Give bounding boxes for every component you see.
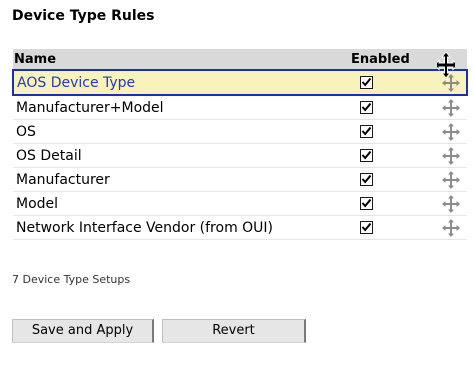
enabled-cell bbox=[349, 191, 435, 216]
rule-name-cell: Network Interface Vendor (from OUI) bbox=[13, 215, 349, 240]
check-icon bbox=[361, 77, 372, 87]
page-title: Device Type Rules bbox=[12, 8, 155, 24]
move-cell bbox=[435, 215, 467, 240]
enabled-checkbox[interactable] bbox=[360, 101, 373, 114]
move-arrows-icon[interactable] bbox=[442, 194, 460, 213]
enabled-checkbox[interactable] bbox=[360, 76, 373, 89]
table-row[interactable]: OS Detail bbox=[13, 143, 467, 168]
enabled-checkbox[interactable] bbox=[360, 221, 373, 234]
check-icon bbox=[361, 174, 372, 184]
check-icon bbox=[361, 150, 372, 160]
move-cell bbox=[435, 119, 467, 144]
rules-table: Name Enabled AOS Device Type Manufacturer… bbox=[12, 49, 468, 240]
name-column-header[interactable]: Name bbox=[13, 49, 349, 71]
table-row[interactable]: Manufacturer bbox=[13, 167, 467, 192]
enabled-checkbox[interactable] bbox=[360, 149, 373, 162]
enabled-cell bbox=[349, 167, 435, 192]
move-arrows-icon[interactable] bbox=[442, 218, 460, 237]
rule-name-cell: OS Detail bbox=[13, 143, 349, 168]
table-row[interactable]: OS bbox=[13, 119, 467, 144]
move-cell bbox=[435, 191, 467, 216]
table-row[interactable]: Manufacturer+Model bbox=[13, 95, 467, 120]
enabled-cell bbox=[349, 69, 435, 96]
move-cell bbox=[435, 95, 467, 120]
check-icon bbox=[361, 222, 372, 232]
table-row[interactable]: Model bbox=[13, 191, 467, 216]
enabled-column-header[interactable]: Enabled bbox=[349, 49, 435, 71]
rule-name-cell: OS bbox=[13, 119, 349, 144]
move-arrows-icon[interactable] bbox=[442, 170, 460, 189]
move-cell bbox=[435, 143, 467, 168]
enabled-cell bbox=[349, 143, 435, 168]
rule-name-cell: AOS Device Type bbox=[12, 69, 349, 96]
enabled-cell bbox=[349, 119, 435, 144]
table-row[interactable]: Network Interface Vendor (from OUI) bbox=[13, 215, 467, 240]
move-arrows-icon[interactable] bbox=[442, 98, 460, 117]
table-row[interactable]: AOS Device Type bbox=[12, 69, 468, 96]
check-icon bbox=[361, 126, 372, 136]
check-icon bbox=[361, 198, 372, 208]
table-header-row: Name Enabled bbox=[13, 49, 467, 71]
move-arrows-icon[interactable] bbox=[442, 146, 460, 165]
move-arrows-icon[interactable] bbox=[442, 122, 460, 141]
move-cursor-icon bbox=[437, 52, 455, 78]
device-type-rules-page: Device Type Rules Name Enabled AOS Devic… bbox=[0, 0, 474, 366]
setup-count-label: 7 Device Type Setups bbox=[12, 273, 131, 286]
revert-button[interactable]: Revert bbox=[162, 319, 306, 343]
save-and-apply-button[interactable]: Save and Apply bbox=[12, 319, 154, 343]
rule-name-cell: Model bbox=[13, 191, 349, 216]
rule-name-cell: Manufacturer+Model bbox=[13, 95, 349, 120]
enabled-checkbox[interactable] bbox=[360, 125, 373, 138]
check-icon bbox=[361, 102, 372, 112]
enabled-cell bbox=[349, 95, 435, 120]
rule-name-cell: Manufacturer bbox=[13, 167, 349, 192]
enabled-checkbox[interactable] bbox=[360, 197, 373, 210]
enabled-checkbox[interactable] bbox=[360, 173, 373, 186]
move-cell bbox=[435, 167, 467, 192]
enabled-cell bbox=[349, 215, 435, 240]
